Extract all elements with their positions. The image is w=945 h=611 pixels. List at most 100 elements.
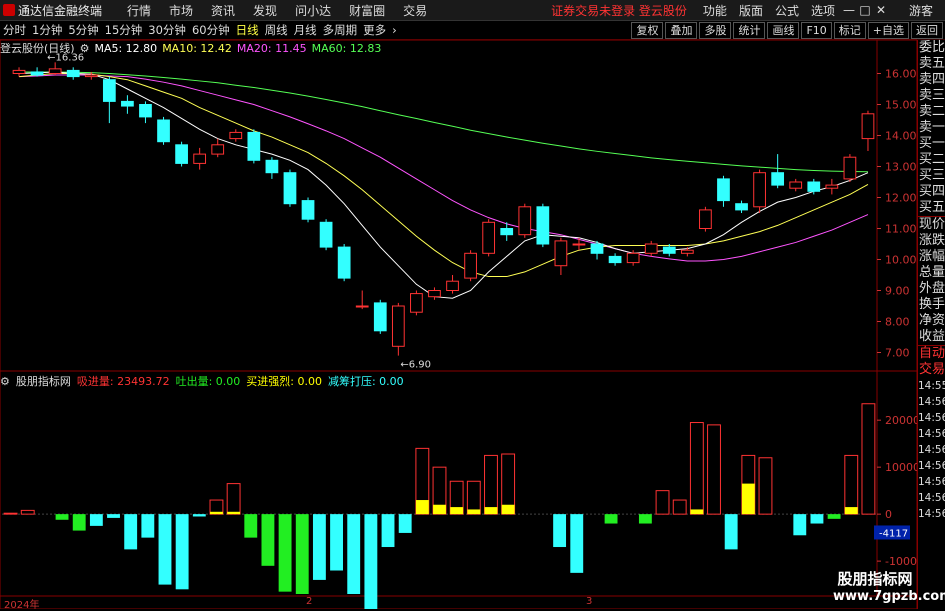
indicator-yellow-bar: [433, 504, 446, 515]
side-item: 14:56: [918, 492, 945, 504]
indicator-bar: [226, 483, 241, 515]
side-item: 卖二: [918, 104, 945, 119]
ma20-line: [19, 74, 869, 262]
candle-body: [391, 305, 405, 347]
candle-body: [717, 178, 730, 202]
ma10-line: [18, 73, 869, 278]
candle-body: [30, 71, 44, 76]
candle-body: [175, 144, 188, 164]
indicator-tick-label: -10000: [885, 555, 917, 568]
price-tick-label: 8.00: [885, 316, 910, 329]
side-item: 卖四: [918, 72, 945, 87]
candle-body: [482, 221, 496, 254]
candle-body: [121, 100, 134, 107]
side-item: 14:56: [918, 476, 945, 488]
side-item: 14:56: [918, 396, 945, 408]
indicator-bar: [175, 514, 189, 590]
candle-body: [753, 172, 766, 208]
indicator-yellow-bar: [415, 500, 429, 515]
indicator-bar: [72, 514, 86, 531]
indicator-bar: [381, 514, 395, 548]
candle-body: [373, 302, 387, 332]
ma10-label: MA10: 12.42: [162, 41, 232, 55]
candle-body: [48, 68, 62, 74]
price-tick-label: 7.00: [885, 347, 910, 360]
indicator-bar: [124, 514, 138, 550]
price-tick-label: 10.00: [885, 254, 917, 267]
quote-side-panel: 委比 卖五 卖四 卖三 卖二 卖一 买一 买二 买三 买四 买五 现价 涨跌 涨幅 总量 外盘 换手 净资 收益 自动…: [917, 40, 945, 609]
price-tick-label: 9.00: [885, 285, 910, 298]
indicator-yellow-bar: [467, 509, 481, 515]
indicator-yellow-bar: [484, 507, 498, 515]
candle-body: [428, 290, 441, 298]
candle-body: [283, 172, 297, 205]
candle-body: [807, 181, 821, 192]
indicator-tick-label: 0: [885, 508, 892, 521]
indicator-yellow-bar: [741, 483, 755, 515]
side-item[interactable]: 交易: [918, 362, 945, 378]
indicator-bar: [295, 514, 309, 594]
side-item: 14:56: [918, 460, 945, 472]
indicator-bar: [89, 514, 103, 526]
side-item: 买三: [918, 168, 945, 183]
indicator-bar: [484, 454, 498, 515]
candle-body: [843, 156, 857, 180]
ma60-line: [19, 71, 868, 173]
candle-body: [626, 252, 640, 264]
candle-body: [446, 280, 459, 292]
candle-body: [410, 293, 423, 313]
indicator-bar: [604, 514, 618, 524]
indicator-bar: [192, 514, 206, 517]
main-legend: 登云股份(日线) ⚙ MA5: 12.80 MA10: 12.42 MA20: …: [0, 40, 386, 56]
indicator-tick-label: 10000: [885, 461, 917, 474]
candle-body: [644, 243, 658, 254]
candle-body: [12, 69, 26, 75]
indicator-bar: [141, 514, 155, 538]
candle-body: [139, 104, 152, 118]
side-item: 委比: [918, 40, 945, 55]
ma5-label: MA5: 12.80: [94, 41, 158, 55]
date-label-feb: 2: [306, 596, 313, 607]
watermark-line2: www.7gpzb.com: [833, 589, 945, 604]
indicator-bar: [724, 514, 738, 550]
indicator-settings-icon[interactable]: ⚙: [0, 375, 10, 388]
side-item[interactable]: 自动: [918, 345, 945, 362]
indicator-bar: [689, 422, 704, 515]
indicator-bar: [20, 509, 35, 515]
chart-canvas[interactable]: 16.00 15.00 14.00 13.00 12.00 11.00 10.00 9.00 8…: [0, 0, 917, 609]
candle-body: [193, 153, 207, 164]
indicator-strong-buy: 买进强烈: 0.00: [246, 375, 322, 388]
candle-body: [301, 200, 315, 220]
price-tick-label: 11.00: [885, 223, 917, 236]
side-item: 14:55: [918, 380, 945, 392]
indicator-tick-label: 20000: [885, 414, 917, 427]
price-tick-label: 12.00: [885, 192, 917, 205]
candle-body: [554, 240, 568, 267]
price-tick-label: 16.00: [885, 68, 917, 81]
indicator-marker-text: -4117: [879, 528, 908, 539]
indicator-bar: [707, 424, 721, 515]
indicator-bar: [3, 512, 18, 515]
side-item: 14:56: [918, 508, 945, 520]
candle-body: [789, 181, 803, 189]
indicator-bar: [364, 514, 378, 609]
side-item: 买四: [918, 184, 945, 199]
indicator-bar: [861, 403, 876, 515]
candle-body: [500, 228, 514, 236]
side-item: 买二: [918, 152, 945, 167]
candle-body: [572, 243, 586, 246]
settings-icon[interactable]: ⚙: [80, 42, 90, 55]
indicator-bar: [244, 514, 258, 538]
indicator-yellow-bar: [501, 504, 515, 515]
side-item: 总量: [918, 265, 945, 280]
indicator-bar: [278, 514, 292, 592]
candle-body: [590, 243, 604, 254]
indicator-bar: [261, 514, 275, 566]
candle-body: [84, 74, 98, 78]
candle-body: [825, 184, 839, 189]
indicator-bar: [638, 514, 652, 524]
side-item: 买五: [918, 200, 945, 215]
stock-name: 登云股份(日线): [0, 42, 75, 55]
side-item: 卖三: [918, 88, 945, 103]
candle-body: [157, 119, 170, 143]
